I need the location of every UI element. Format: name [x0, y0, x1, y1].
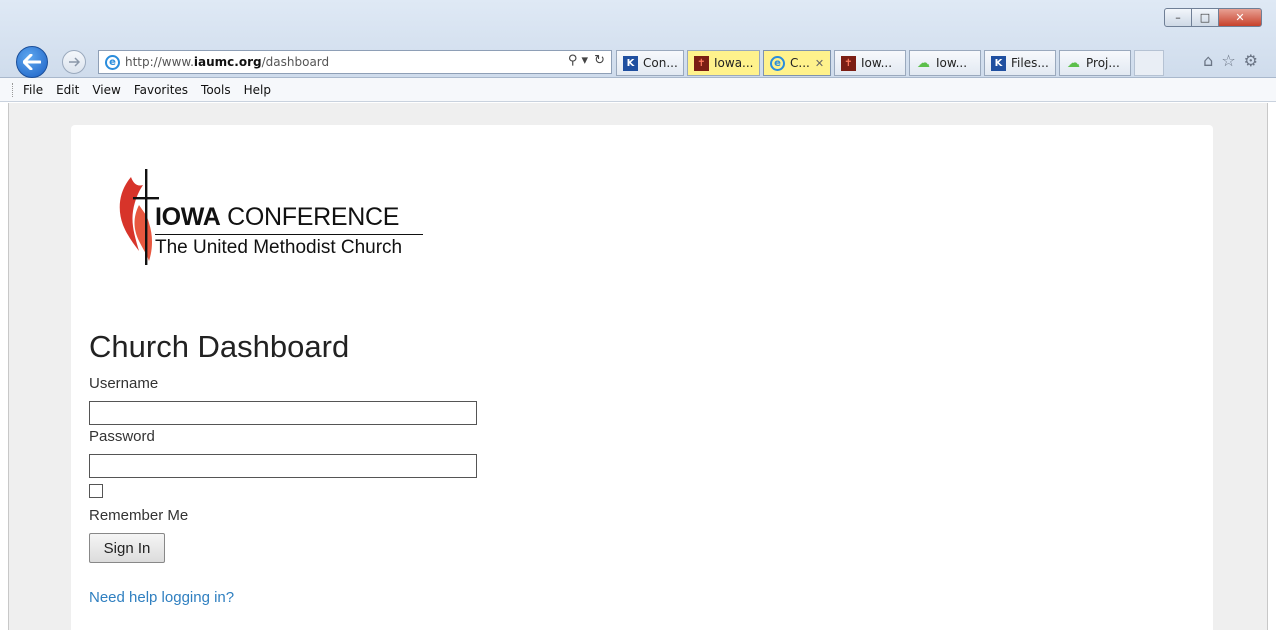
tab-label: C... — [790, 56, 810, 70]
tab-iow-2[interactable]: ☁ Iow... — [909, 50, 981, 76]
cloud-icon: ☁ — [1067, 55, 1080, 71]
address-bar[interactable]: e http://www.iaumc.org/dashboard ⚲ ▾ ↻ — [98, 50, 612, 74]
tab-label: Iow... — [861, 56, 893, 70]
menu-favorites[interactable]: Favorites — [134, 83, 188, 97]
cross-flame-icon: ✝ — [694, 55, 709, 71]
new-tab-button[interactable] — [1134, 50, 1164, 76]
tab-label: Files... — [1011, 56, 1049, 70]
ie-page-icon: e — [105, 54, 120, 70]
tab-label: Iowa... — [714, 56, 754, 70]
menu-tools[interactable]: Tools — [201, 83, 231, 97]
k-icon: K — [623, 55, 638, 71]
page-viewport: IOWA CONFERENCE The United Methodist Chu… — [8, 103, 1268, 630]
logo-line-2: The United Methodist Church — [155, 237, 403, 258]
address-url[interactable]: http://www.iaumc.org/dashboard — [125, 55, 329, 69]
ie-icon: e — [770, 55, 785, 71]
remember-me-checkbox[interactable] — [89, 484, 103, 498]
navigation-bar: e http://www.iaumc.org/dashboard ⚲ ▾ ↻ K… — [0, 44, 1276, 78]
tab-iow-1[interactable]: ✝ Iow... — [834, 50, 906, 76]
back-button[interactable] — [16, 46, 48, 78]
password-label: Password — [89, 428, 155, 445]
menu-bar: File Edit View Favorites Tools Help — [0, 78, 1276, 102]
tab-strip: K Con... ✝ Iowa... e C... ✕ ✝ Iow... ☁ I… — [616, 50, 1164, 76]
username-input[interactable] — [89, 401, 477, 425]
refresh-icon[interactable]: ↻ — [594, 53, 605, 68]
window-controls: – □ ✕ — [1164, 8, 1262, 27]
browser-toolbar-icons: ⌂ ☆ ⚙ — [1203, 51, 1258, 70]
menu-view[interactable]: View — [92, 83, 120, 97]
forward-button[interactable] — [62, 50, 86, 74]
sign-in-button[interactable]: Sign In — [89, 533, 165, 563]
iowa-conference-logo: IOWA CONFERENCE The United Methodist Chu… — [115, 165, 435, 265]
tab-close-icon[interactable]: ✕ — [815, 57, 824, 70]
menu-grip — [12, 82, 15, 97]
remember-me-label: Remember Me — [89, 507, 189, 524]
username-label: Username — [89, 375, 159, 392]
tab-files[interactable]: K Files... — [984, 50, 1056, 76]
logo-line-1: IOWA CONFERENCE — [155, 203, 400, 231]
minimize-button[interactable]: – — [1164, 8, 1192, 27]
page-title: Church Dashboard — [89, 329, 350, 364]
cross-and-flame-icon — [119, 169, 159, 265]
cross-flame-icon: ✝ — [841, 55, 856, 71]
settings-gear-icon[interactable]: ⚙ — [1244, 51, 1258, 70]
tab-con[interactable]: K Con... — [616, 50, 684, 76]
menu-help[interactable]: Help — [244, 83, 271, 97]
logo-divider — [155, 234, 423, 235]
tab-label: Iow... — [936, 56, 968, 70]
k-icon: K — [991, 55, 1006, 71]
menu-file[interactable]: File — [23, 83, 43, 97]
tab-label: Proj... — [1086, 56, 1120, 70]
login-card: IOWA CONFERENCE The United Methodist Chu… — [71, 125, 1213, 630]
tab-proj[interactable]: ☁ Proj... — [1059, 50, 1131, 76]
password-input[interactable] — [89, 454, 477, 478]
search-dropdown-icon[interactable]: ⚲ ▾ — [568, 53, 588, 68]
back-arrow-icon — [23, 54, 41, 70]
help-login-link[interactable]: Need help logging in? — [89, 589, 234, 606]
address-tools: ⚲ ▾ ↻ — [568, 53, 605, 68]
maximize-button[interactable]: □ — [1191, 8, 1219, 27]
home-icon[interactable]: ⌂ — [1203, 51, 1213, 70]
tab-label: Con... — [643, 56, 678, 70]
menu-edit[interactable]: Edit — [56, 83, 79, 97]
close-window-button[interactable]: ✕ — [1218, 8, 1262, 27]
cloud-icon: ☁ — [917, 55, 930, 71]
forward-arrow-icon — [69, 57, 80, 67]
tab-iowa[interactable]: ✝ Iowa... — [687, 50, 760, 76]
tab-current[interactable]: e C... ✕ — [763, 50, 831, 76]
favorites-star-icon[interactable]: ☆ — [1221, 51, 1235, 70]
